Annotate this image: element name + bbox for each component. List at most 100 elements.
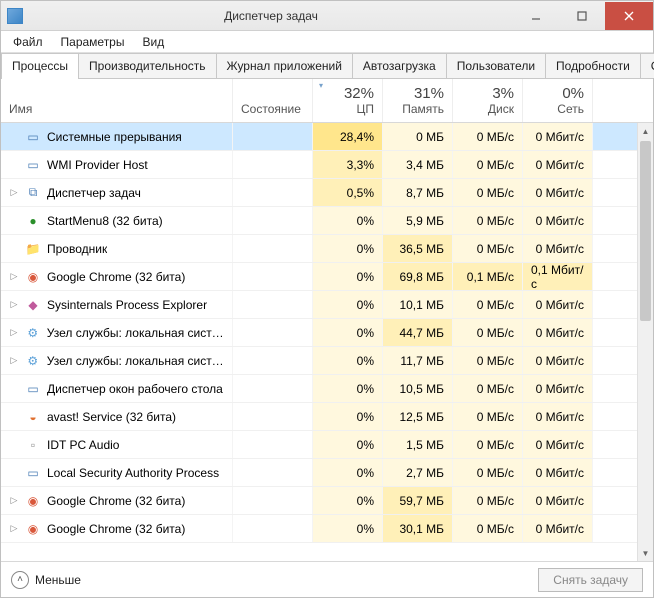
fewer-details-button[interactable]: ˄ Меньше — [11, 571, 81, 589]
table-row[interactable]: ▷◉Google Chrome (32 бита)0%30,1 МБ0 МБ/с… — [1, 515, 653, 543]
table-row[interactable]: ▫IDT PC Audio0%1,5 МБ0 МБ/с0 Мбит/с — [1, 431, 653, 459]
process-name-cell: ▷◉Google Chrome (32 бита) — [1, 515, 233, 542]
taskmgr-icon: ⧉ — [25, 185, 41, 201]
process-name-cell: ▷◉Google Chrome (32 бита) — [1, 487, 233, 514]
process-cpu-cell: 0% — [313, 459, 383, 486]
process-disk-cell: 0 МБ/с — [453, 431, 523, 458]
menubar: Файл Параметры Вид — [1, 31, 653, 53]
gear-icon: ⚙ — [25, 325, 41, 341]
process-network-cell: 0 Мбит/с — [523, 403, 593, 430]
table-row[interactable]: ▷⚙Узел службы: локальная систе...0%11,7 … — [1, 347, 653, 375]
process-cpu-cell: 0% — [313, 403, 383, 430]
process-memory-cell: 36,5 МБ — [383, 235, 453, 262]
end-task-button[interactable]: Снять задачу — [538, 568, 643, 592]
tab-services[interactable]: С — [640, 53, 654, 78]
scroll-up-button[interactable]: ▲ — [638, 123, 653, 139]
process-network-cell: 0 Мбит/с — [523, 151, 593, 178]
minimize-button[interactable] — [513, 2, 559, 30]
header-network[interactable]: 0% Сеть — [523, 79, 593, 122]
table-row[interactable]: ▭Системные прерывания28,4%0 МБ0 МБ/с0 Мб… — [1, 123, 653, 151]
expand-icon[interactable]: ▷ — [9, 355, 19, 366]
process-network-cell: 0 Мбит/с — [523, 319, 593, 346]
tab-startup[interactable]: Автозагрузка — [352, 53, 447, 78]
process-state-cell — [233, 403, 313, 430]
expand-icon[interactable]: ▷ — [9, 271, 19, 282]
tab-details[interactable]: Подробности — [545, 53, 641, 78]
process-list-wrap: ▭Системные прерывания28,4%0 МБ0 МБ/с0 Мб… — [1, 123, 653, 561]
process-name-label: Local Security Authority Process — [47, 466, 219, 480]
process-disk-cell: 0 МБ/с — [453, 459, 523, 486]
window-icon: ▭ — [25, 129, 41, 145]
header-state[interactable]: Состояние — [233, 79, 313, 122]
process-name-cell: ◒avast! Service (32 бита) — [1, 403, 233, 430]
tab-performance[interactable]: Производительность — [78, 53, 216, 78]
process-name-label: Google Chrome (32 бита) — [47, 494, 185, 508]
menu-view[interactable]: Вид — [134, 32, 172, 52]
vertical-scrollbar[interactable]: ▲ ▼ — [637, 123, 653, 561]
process-disk-cell: 0,1 МБ/с — [453, 263, 523, 290]
process-name-cell: ▭ Local Security Authority Process — [1, 459, 233, 486]
process-disk-cell: 0 МБ/с — [453, 291, 523, 318]
process-cpu-cell: 0% — [313, 319, 383, 346]
table-row[interactable]: ◒avast! Service (32 бита)0%12,5 МБ0 МБ/с… — [1, 403, 653, 431]
process-memory-cell: 8,7 МБ — [383, 179, 453, 206]
process-name-label: Диспетчер окон рабочего стола — [47, 382, 223, 396]
process-memory-cell: 11,7 МБ — [383, 347, 453, 374]
process-name-cell: ▷⧉Диспетчер задач — [1, 179, 233, 206]
process-memory-cell: 30,1 МБ — [383, 515, 453, 542]
scroll-down-button[interactable]: ▼ — [638, 545, 653, 561]
process-memory-cell: 0 МБ — [383, 123, 453, 150]
header-name[interactable]: Имя — [1, 79, 233, 122]
window-icon: ▭ — [25, 465, 41, 481]
table-row[interactable]: 📁Проводник0%36,5 МБ0 МБ/с0 Мбит/с — [1, 235, 653, 263]
process-cpu-cell: 0% — [313, 291, 383, 318]
process-network-cell: 0 Мбит/с — [523, 291, 593, 318]
process-disk-cell: 0 МБ/с — [453, 515, 523, 542]
menu-options[interactable]: Параметры — [53, 32, 133, 52]
expand-icon[interactable]: ▷ — [9, 299, 19, 310]
tab-users[interactable]: Пользователи — [446, 53, 546, 78]
window-icon: ▭ — [25, 157, 41, 173]
close-button[interactable] — [605, 2, 653, 30]
maximize-button[interactable] — [559, 2, 605, 30]
process-name-cell: ▷⚙Узел службы: локальная систе... — [1, 319, 233, 346]
table-row[interactable]: ▷⚙Узел службы: локальная систе...0%44,7 … — [1, 319, 653, 347]
process-state-cell — [233, 179, 313, 206]
table-row[interactable]: ▭Диспетчер окон рабочего стола0%10,5 МБ0… — [1, 375, 653, 403]
table-row[interactable]: ▷◆Sysinternals Process Explorer0%10,1 МБ… — [1, 291, 653, 319]
table-row[interactable]: ▭WMI Provider Host3,3%3,4 МБ0 МБ/с0 Мбит… — [1, 151, 653, 179]
expand-icon[interactable]: ▷ — [9, 187, 19, 198]
scroll-thumb[interactable] — [640, 141, 651, 321]
process-disk-cell: 0 МБ/с — [453, 487, 523, 514]
tab-processes[interactable]: Процессы — [1, 53, 79, 78]
globe-icon: ● — [25, 213, 41, 229]
expand-icon[interactable]: ▷ — [9, 495, 19, 506]
header-cpu[interactable]: 32% ЦП — [313, 79, 383, 122]
window-title: Диспетчер задач — [29, 9, 513, 23]
process-state-cell — [233, 347, 313, 374]
process-cpu-cell: 0% — [313, 263, 383, 290]
table-row[interactable]: ●StartMenu8 (32 бита)0%5,9 МБ0 МБ/с0 Мби… — [1, 207, 653, 235]
window-controls — [513, 2, 653, 30]
process-name-label: avast! Service (32 бита) — [47, 410, 176, 424]
header-disk[interactable]: 3% Диск — [453, 79, 523, 122]
expand-icon[interactable]: ▷ — [9, 523, 19, 534]
table-row[interactable]: ▷◉Google Chrome (32 бита)0%69,8 МБ0,1 МБ… — [1, 263, 653, 291]
tab-app-history[interactable]: Журнал приложений — [216, 53, 353, 78]
process-disk-cell: 0 МБ/с — [453, 123, 523, 150]
process-network-cell: 0 Мбит/с — [523, 179, 593, 206]
process-disk-cell: 0 МБ/с — [453, 319, 523, 346]
process-cpu-cell: 3,3% — [313, 151, 383, 178]
process-name-label: StartMenu8 (32 бита) — [47, 214, 163, 228]
process-memory-cell: 10,5 МБ — [383, 375, 453, 402]
process-name-cell: 📁Проводник — [1, 235, 233, 262]
menu-file[interactable]: Файл — [5, 32, 51, 52]
process-name-cell: ● StartMenu8 (32 бита) — [1, 207, 233, 234]
table-row[interactable]: ▭Local Security Authority Process0%2,7 М… — [1, 459, 653, 487]
process-network-cell: 0 Мбит/с — [523, 459, 593, 486]
chrome-icon: ◉ — [25, 521, 41, 537]
table-row[interactable]: ▷◉Google Chrome (32 бита)0%59,7 МБ0 МБ/с… — [1, 487, 653, 515]
table-row[interactable]: ▷⧉Диспетчер задач0,5%8,7 МБ0 МБ/с0 Мбит/… — [1, 179, 653, 207]
expand-icon[interactable]: ▷ — [9, 327, 19, 338]
header-memory[interactable]: 31% Память — [383, 79, 453, 122]
